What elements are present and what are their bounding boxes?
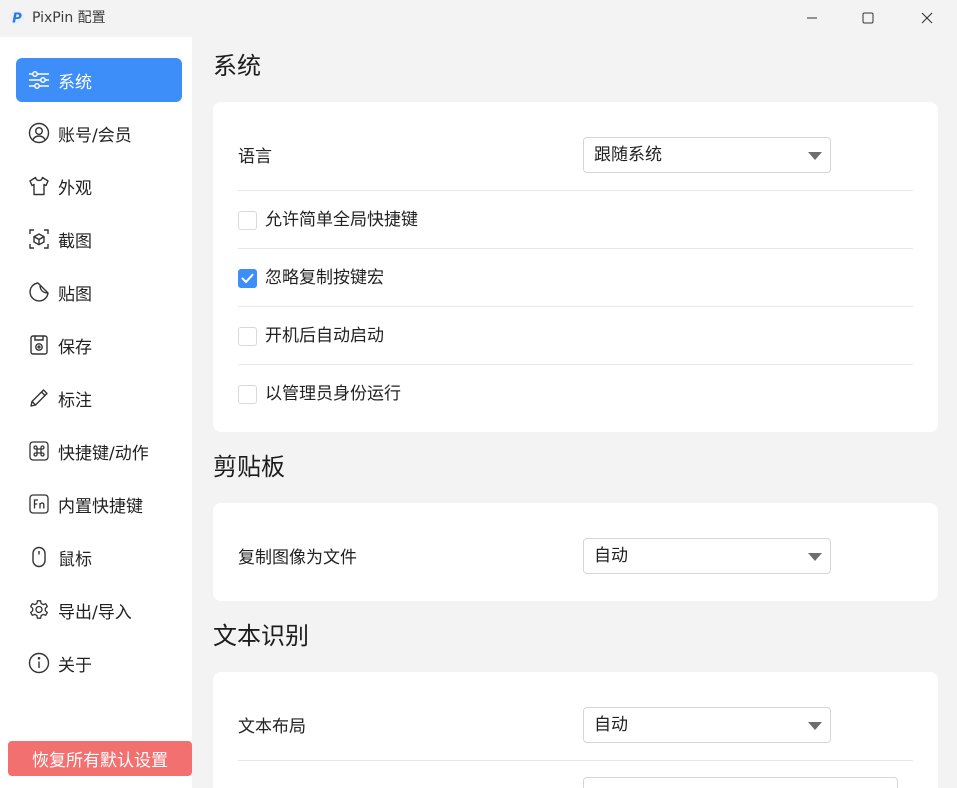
simple-global-hotkey-checkbox[interactable] (238, 211, 257, 230)
ocr-card: 文本布局 自动 (213, 672, 938, 788)
screenshot-box-icon (27, 227, 51, 251)
ignore-copy-macro-label[interactable]: 忽略复制按键宏 (265, 267, 384, 289)
language-select[interactable]: 跟随系统 (583, 137, 831, 173)
text-layout-value: 自动 (594, 715, 628, 735)
sidebar-item-builtin-shortcuts[interactable]: 内置快捷键 (16, 482, 182, 526)
sidebar-item-label: 标注 (58, 390, 92, 411)
reset-defaults-button[interactable]: 恢复所有默认设置 (8, 741, 192, 776)
title-bar[interactable]: P PixPin 配置 (0, 0, 957, 36)
sliders-icon (27, 68, 51, 92)
section-title-clipboard: 剪贴板 (213, 453, 285, 481)
language-select-value: 跟随系统 (594, 145, 662, 165)
dropdown-arrow-icon (808, 152, 822, 160)
autostart-checkbox[interactable] (238, 327, 257, 346)
run-as-admin-checkbox[interactable] (238, 385, 257, 404)
user-circle-icon (27, 121, 51, 145)
text-layout-label: 文本布局 (238, 717, 306, 737)
system-card: 语言 跟随系统 允许简单全局快捷键 忽略复制按键宏 开机后自动启动 以管理员身份… (213, 102, 938, 432)
divider (238, 760, 913, 761)
sticker-icon (27, 280, 51, 304)
sidebar-item-label: 快捷键/动作 (58, 443, 149, 464)
section-title-system: 系统 (213, 52, 261, 80)
sidebar-item-label: 内置快捷键 (58, 496, 143, 517)
copy-image-as-file-select[interactable]: 自动 (583, 538, 831, 574)
pixpin-logo-icon: P (9, 10, 25, 26)
sidebar-item-annotate[interactable]: 标注 (16, 376, 182, 420)
dropdown-arrow-icon (808, 722, 822, 730)
close-icon (921, 12, 933, 24)
sidebar-item-label: 关于 (58, 655, 92, 676)
ignore-copy-macro-checkbox[interactable] (238, 269, 257, 288)
sidebar-item-appearance[interactable]: 外观 (16, 164, 182, 208)
ocr-next-field[interactable] (583, 777, 898, 788)
sidebar-item-label: 鼠标 (58, 549, 92, 570)
run-as-admin-label[interactable]: 以管理员身份运行 (265, 383, 401, 405)
divider (238, 306, 913, 307)
sidebar-item-label: 截图 (58, 231, 92, 252)
sidebar-item-pin[interactable]: 贴图 (16, 270, 182, 314)
close-button[interactable] (904, 0, 950, 36)
sidebar: 系统 账号/会员 外观 截图 贴图 保存 标注 快捷键/动作 内置快捷键 鼠标 … (0, 37, 192, 788)
autostart-label[interactable]: 开机后自动启动 (265, 325, 384, 347)
sidebar-item-about[interactable]: 关于 (16, 641, 182, 685)
sidebar-item-label: 保存 (58, 337, 92, 358)
mouse-icon (27, 545, 51, 569)
main-content[interactable]: 系统 语言 跟随系统 允许简单全局快捷键 忽略复制按键宏 开机后自动启动 以管理… (192, 37, 957, 788)
window-title: PixPin 配置 (32, 10, 106, 26)
sidebar-item-label: 系统 (58, 72, 92, 93)
minimize-icon (807, 17, 817, 19)
dropdown-arrow-icon (808, 553, 822, 561)
maximize-button[interactable] (845, 0, 891, 36)
text-layout-select[interactable]: 自动 (583, 707, 831, 743)
copy-image-as-file-label: 复制图像为文件 (238, 548, 357, 568)
sidebar-item-label: 导出/导入 (58, 602, 132, 623)
save-icon (27, 333, 51, 357)
sidebar-item-system[interactable]: 系统 (16, 58, 182, 102)
command-key-icon (27, 439, 51, 463)
divider (238, 248, 913, 249)
sidebar-item-account[interactable]: 账号/会员 (16, 111, 182, 155)
simple-global-hotkey-label[interactable]: 允许简单全局快捷键 (265, 209, 418, 231)
section-title-ocr: 文本识别 (213, 622, 309, 650)
sidebar-item-label: 账号/会员 (58, 125, 132, 146)
sidebar-item-shortcuts[interactable]: 快捷键/动作 (16, 429, 182, 473)
sidebar-item-screenshot[interactable]: 截图 (16, 217, 182, 261)
checkmark-icon (241, 273, 254, 283)
clipboard-card: 复制图像为文件 自动 (213, 503, 938, 601)
shirt-icon (27, 174, 51, 198)
gear-icon (27, 598, 51, 622)
svg-text:P: P (12, 11, 22, 26)
copy-image-as-file-value: 自动 (594, 546, 628, 566)
sidebar-item-save[interactable]: 保存 (16, 323, 182, 367)
info-icon (27, 651, 51, 675)
sidebar-item-label: 贴图 (58, 284, 92, 305)
language-label: 语言 (238, 147, 272, 167)
sidebar-item-mouse[interactable]: 鼠标 (16, 535, 182, 579)
maximize-icon (862, 12, 874, 24)
settings-window: P PixPin 配置 系统 账号/会员 外观 截图 贴图 保存 标注 快捷键/… (0, 0, 957, 788)
sidebar-item-export-import[interactable]: 导出/导入 (16, 588, 182, 632)
minimize-button[interactable] (789, 0, 835, 36)
divider (238, 364, 913, 365)
fn-key-icon (27, 492, 51, 516)
sidebar-item-label: 外观 (58, 178, 92, 199)
divider (238, 190, 913, 191)
pencil-icon (27, 386, 51, 410)
